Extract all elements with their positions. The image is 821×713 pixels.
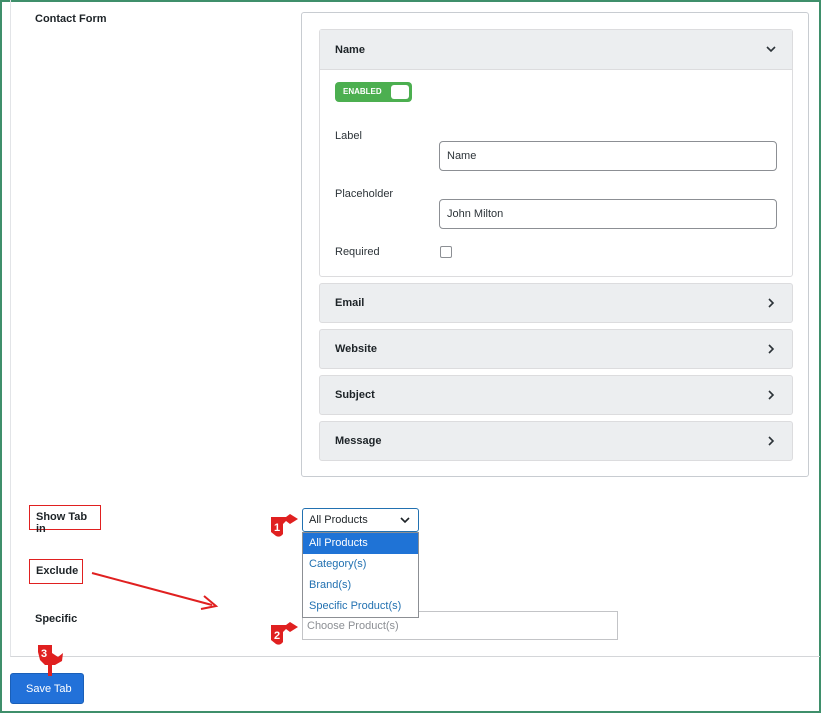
option-all-products[interactable]: All Products: [303, 533, 418, 554]
contact-form-label: Contact Form: [35, 13, 107, 25]
accordion-title: Subject: [335, 389, 375, 401]
chevron-right-icon: [768, 436, 775, 446]
chevron-right-icon: [768, 298, 775, 308]
accordion-subject[interactable]: Subject: [319, 375, 793, 415]
show-tab-in-dropdown: All Products Category(s) Brand(s) Specif…: [302, 532, 419, 618]
exclude-label: Exclude: [29, 559, 83, 584]
chevron-down-icon: [766, 46, 776, 53]
label-input[interactable]: Name: [439, 141, 777, 171]
label-field-label: Label: [335, 130, 362, 142]
chevron-right-icon: [768, 344, 775, 354]
placeholder-field-label: Placeholder: [335, 188, 394, 200]
accordion-title: Name: [335, 44, 365, 56]
placeholder-input[interactable]: John Milton: [439, 199, 777, 229]
accordion-email[interactable]: Email: [319, 283, 793, 323]
accordion-title: Email: [335, 297, 365, 309]
select-value: All Products: [309, 514, 368, 526]
accordion-title: Message: [335, 435, 382, 447]
show-tab-in-label: Show Tab in: [29, 505, 101, 535]
choose-products-placeholder: Choose Product(s): [307, 620, 399, 632]
required-checkbox[interactable]: [440, 246, 452, 258]
show-tab-in-select[interactable]: All Products: [302, 508, 419, 532]
option-category[interactable]: Category(s): [303, 554, 418, 575]
option-brand[interactable]: Brand(s): [303, 575, 418, 596]
accordion-title: Website: [335, 343, 377, 355]
accordion-website[interactable]: Website: [319, 329, 793, 369]
specific-label: Specific: [35, 613, 78, 625]
enabled-toggle[interactable]: ENABLED: [335, 82, 412, 102]
exclude-text: Exclude: [36, 565, 79, 577]
toggle-knob: [391, 85, 409, 99]
contact-form-panel: Name ENABLED Label Name Placeholder John…: [301, 12, 809, 477]
chevron-right-icon: [768, 390, 775, 400]
option-specific-product[interactable]: Specific Product(s): [303, 596, 418, 617]
save-tab-button[interactable]: Save Tab: [10, 673, 84, 704]
accordion-header-name[interactable]: Name: [320, 30, 792, 70]
chevron-down-icon: [400, 517, 410, 524]
accordion-message[interactable]: Message: [319, 421, 793, 461]
toggle-label: ENABLED: [343, 87, 382, 96]
required-label: Required: [335, 246, 380, 258]
accordion-name: Name ENABLED Label Name Placeholder John…: [319, 29, 793, 277]
